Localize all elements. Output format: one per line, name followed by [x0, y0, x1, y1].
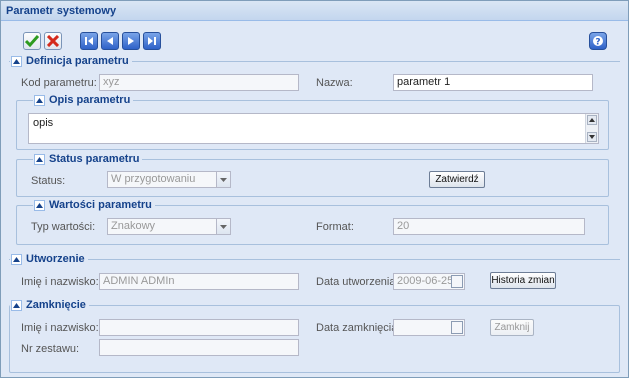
scroll-up-icon[interactable]: [587, 115, 597, 125]
chevron-down-icon[interactable]: [216, 219, 230, 234]
wartosci-header[interactable]: Wartości parametru: [33, 199, 155, 211]
zamknij-button[interactable]: Zamknij: [490, 319, 534, 336]
check-icon: [25, 35, 39, 47]
zamkniecie-imie-field[interactable]: [99, 319, 299, 336]
last-record-button[interactable]: [143, 32, 161, 50]
wartosci-title: Wartości parametru: [49, 199, 152, 211]
data-utworzenia-field[interactable]: 2009-06-25: [393, 273, 465, 290]
data-utworzenia-label: Data utworzenia:: [316, 276, 399, 288]
zatwierdz-button[interactable]: Zatwierdź: [429, 171, 485, 188]
status-header[interactable]: Status parametru: [33, 153, 143, 165]
nr-zestawu-label: Nr zestawu:: [21, 343, 80, 355]
opis-header[interactable]: Opis parametru: [33, 94, 134, 106]
nazwa-field[interactable]: parametr 1: [393, 74, 593, 91]
cancel-button[interactable]: [44, 32, 62, 50]
zamkniecie-title: Zamknięcie: [26, 299, 86, 311]
zamkniecie-imie-label: Imię i nazwisko:: [21, 322, 99, 334]
last-icon: [148, 37, 156, 45]
prev-record-button[interactable]: [101, 32, 119, 50]
cancel-icon: [47, 35, 59, 47]
opis-text: opis: [33, 117, 54, 129]
status-value: W przygotowaniu: [111, 173, 196, 185]
typ-label: Typ wartości:: [31, 221, 96, 233]
utworzenie-title: Utworzenie: [26, 253, 85, 265]
collapse-icon[interactable]: [11, 299, 22, 311]
scrollbar[interactable]: [585, 114, 598, 143]
help-button[interactable]: ?: [589, 32, 607, 50]
scroll-down-icon[interactable]: [587, 132, 597, 142]
chevron-down-icon[interactable]: [216, 172, 230, 187]
definicja-header[interactable]: Definicja parametru: [10, 55, 132, 67]
status-label: Status:: [31, 175, 66, 187]
collapse-icon[interactable]: [34, 153, 45, 165]
opis-textarea[interactable]: opis: [28, 113, 599, 144]
typ-select[interactable]: Znakowy: [107, 218, 231, 235]
help-icon: ?: [593, 36, 603, 48]
utworzenie-imie-field[interactable]: ADMIN ADMIn: [99, 273, 299, 290]
status-select[interactable]: W przygotowaniu: [107, 171, 231, 188]
first-icon: [85, 37, 93, 45]
format-label: Format:: [316, 221, 354, 233]
prev-icon: [107, 37, 113, 45]
section-divider: [9, 259, 620, 260]
first-record-button[interactable]: [80, 32, 98, 50]
calendar-icon[interactable]: [451, 275, 463, 288]
typ-value: Znakowy: [111, 220, 156, 232]
collapse-icon[interactable]: [34, 94, 45, 106]
utworzenie-imie-label: Imię i nazwisko:: [21, 276, 99, 288]
opis-title: Opis parametru: [49, 94, 131, 106]
data-zamkniecia-label: Data zamknięcia:: [316, 322, 401, 334]
utworzenie-header[interactable]: Utworzenie: [10, 253, 88, 265]
window: Parametr systemowy ? Definicja parametru…: [0, 0, 629, 378]
kod-field[interactable]: xyz: [99, 74, 299, 91]
window-title: Parametr systemowy: [1, 1, 628, 21]
historia-zmian-button[interactable]: Historia zmian: [490, 272, 556, 289]
save-button[interactable]: [23, 32, 41, 50]
collapse-icon[interactable]: [11, 55, 22, 67]
nr-zestawu-field[interactable]: [99, 339, 299, 356]
nazwa-label: Nazwa:: [316, 77, 353, 89]
status-title: Status parametru: [49, 153, 140, 165]
next-icon: [128, 37, 134, 45]
collapse-icon[interactable]: [34, 199, 45, 211]
next-record-button[interactable]: [122, 32, 140, 50]
collapse-icon[interactable]: [11, 253, 22, 265]
definicja-title: Definicja parametru: [26, 55, 129, 67]
format-field[interactable]: 20: [393, 218, 585, 235]
kod-label: Kod parametru:: [21, 77, 97, 89]
calendar-icon[interactable]: [451, 321, 463, 334]
svg-text:?: ?: [595, 38, 600, 48]
data-zamkniecia-field[interactable]: [393, 319, 465, 336]
data-utworzenia-value: 2009-06-25: [397, 275, 454, 287]
zamkniecie-header[interactable]: Zamknięcie: [10, 299, 89, 311]
